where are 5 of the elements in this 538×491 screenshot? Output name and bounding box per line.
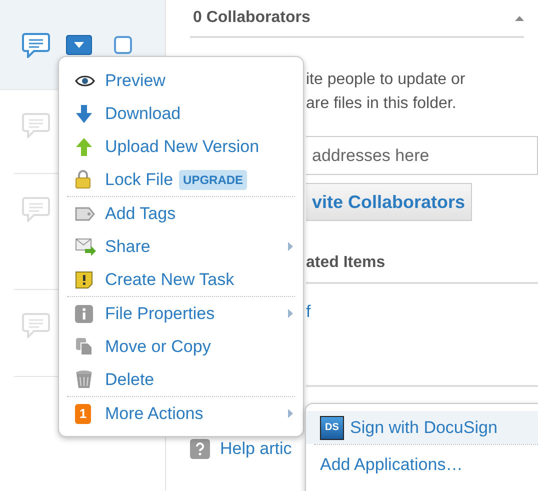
count-badge: 1 xyxy=(75,404,91,424)
related-items-title: ated Items xyxy=(306,254,538,284)
app-logo-icon: DS xyxy=(320,416,344,440)
collaborators-title: 0 Collaborators xyxy=(193,9,310,27)
invite-description: ite people to update or are files in this folder. xyxy=(306,70,466,114)
